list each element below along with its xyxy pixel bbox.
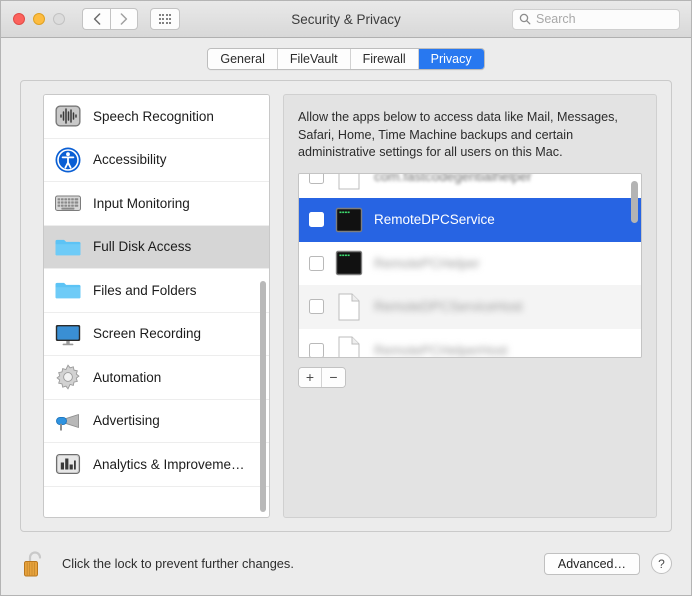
forward-button[interactable] xyxy=(110,8,138,30)
sidebar-item-label: Automation xyxy=(93,370,161,385)
gear-icon xyxy=(54,363,82,391)
bottom-bar: Click the lock to prevent further change… xyxy=(1,532,691,595)
sidebar-item-files-and-folders[interactable]: Files and Folders xyxy=(44,269,269,313)
tab-bar: General FileVault Firewall Privacy xyxy=(207,48,484,70)
sidebar-item-screen-recording[interactable]: Screen Recording xyxy=(44,313,269,357)
app-permission-checkbox[interactable] xyxy=(309,173,324,184)
bottom-bar-actions: Advanced… ? xyxy=(544,553,672,575)
app-permission-list: com.fastcodegentialhelper xyxy=(298,173,642,358)
sidebar-item-label: Speech Recognition xyxy=(93,109,214,124)
close-button[interactable] xyxy=(13,13,25,25)
remove-app-button[interactable]: − xyxy=(322,368,345,387)
search-field[interactable]: Search xyxy=(512,9,680,30)
waveform-icon xyxy=(54,102,82,130)
app-name: RemoteDPCServiceHost xyxy=(374,299,523,314)
terminal-icon xyxy=(334,205,364,235)
app-name: RemoteDPCService xyxy=(374,212,495,227)
table-row[interactable]: RemotePCHelper xyxy=(299,242,641,286)
sidebar-item-label: Accessibility xyxy=(93,152,167,167)
sidebar-scrollbar-thumb[interactable] xyxy=(260,281,266,512)
document-icon xyxy=(334,292,364,322)
app-list-scrollbar-thumb[interactable] xyxy=(631,181,638,223)
tab-general[interactable]: General xyxy=(208,49,277,69)
table-row[interactable]: RemotePCHelperHost xyxy=(299,329,641,358)
megaphone-icon xyxy=(54,407,82,435)
folder-icon xyxy=(54,276,82,304)
privacy-category-sidebar: Speech Recognition Accessibility xyxy=(43,94,270,518)
sidebar-scrollbar[interactable] xyxy=(259,98,267,514)
sidebar-item-speech-recognition[interactable]: Speech Recognition xyxy=(44,95,269,139)
sidebar-item-input-monitoring[interactable]: Input Monitoring xyxy=(44,182,269,226)
chevron-left-icon xyxy=(93,13,101,25)
sidebar-item-automation[interactable]: Automation xyxy=(44,356,269,400)
navigation-buttons xyxy=(82,8,138,30)
main-panel: Speech Recognition Accessibility xyxy=(20,80,672,532)
add-remove-button-group: + − xyxy=(298,367,346,388)
lock-status-text: Click the lock to prevent further change… xyxy=(62,556,294,571)
app-name: RemotePCHelperHost xyxy=(374,343,508,358)
document-icon xyxy=(334,335,364,357)
table-row[interactable]: com.fastcodegentialhelper xyxy=(299,173,641,199)
tab-privacy[interactable]: Privacy xyxy=(419,49,484,69)
sidebar-item-analytics-improvements[interactable]: Analytics & Improveme… xyxy=(44,443,269,487)
app-name: RemotePCHelper xyxy=(374,256,480,271)
advanced-button[interactable]: Advanced… xyxy=(544,553,640,575)
privacy-description: Allow the apps below to access data like… xyxy=(298,109,631,162)
privacy-category-list: Speech Recognition Accessibility xyxy=(44,95,269,487)
app-name: com.fastcodegentialhelper xyxy=(374,173,532,184)
unlocked-padlock-icon[interactable] xyxy=(20,547,50,581)
show-all-grid-icon xyxy=(159,14,172,23)
sidebar-item-advertising[interactable]: Advertising xyxy=(44,400,269,444)
table-row[interactable]: RemoteDPCService xyxy=(299,198,641,242)
sidebar-item-label: Full Disk Access xyxy=(93,239,191,254)
accessibility-icon xyxy=(54,146,82,174)
app-permission-rows: com.fastcodegentialhelper xyxy=(299,173,641,358)
add-app-button[interactable]: + xyxy=(299,368,322,387)
search-icon xyxy=(519,13,531,25)
sidebar-item-label: Analytics & Improveme… xyxy=(93,457,245,472)
app-permission-checkbox[interactable] xyxy=(309,299,324,314)
back-button[interactable] xyxy=(82,8,110,30)
display-icon xyxy=(54,320,82,348)
show-all-button[interactable] xyxy=(150,8,180,30)
traffic-light-buttons xyxy=(13,13,65,25)
folder-icon xyxy=(54,233,82,261)
app-list-scrollbar[interactable] xyxy=(630,176,639,355)
tab-firewall[interactable]: Firewall xyxy=(351,49,419,69)
sidebar-item-label: Screen Recording xyxy=(93,326,201,341)
app-permission-checkbox[interactable] xyxy=(309,256,324,271)
zoom-button[interactable] xyxy=(53,13,65,25)
search-input[interactable]: Search xyxy=(536,12,576,26)
tab-bar-area: General FileVault Firewall Privacy xyxy=(1,38,691,80)
app-permission-checkbox[interactable] xyxy=(309,343,324,358)
sidebar-item-full-disk-access[interactable]: Full Disk Access xyxy=(44,226,269,270)
sidebar-item-label: Advertising xyxy=(93,413,160,428)
privacy-content-panel: Allow the apps below to access data like… xyxy=(283,94,657,518)
chevron-right-icon xyxy=(120,13,128,25)
security-privacy-window: Security & Privacy Search General FileVa… xyxy=(0,0,692,596)
document-icon xyxy=(334,173,364,192)
tab-filevault[interactable]: FileVault xyxy=(278,49,351,69)
help-button[interactable]: ? xyxy=(651,553,672,574)
table-row[interactable]: RemoteDPCServiceHost xyxy=(299,285,641,329)
window-titlebar: Security & Privacy Search xyxy=(1,1,691,38)
sidebar-item-accessibility[interactable]: Accessibility xyxy=(44,139,269,183)
bar-chart-icon xyxy=(54,450,82,478)
app-permission-checkbox[interactable] xyxy=(309,212,324,227)
keyboard-icon xyxy=(54,189,82,217)
minimize-button[interactable] xyxy=(33,13,45,25)
sidebar-item-label: Input Monitoring xyxy=(93,196,190,211)
terminal-icon xyxy=(334,248,364,278)
sidebar-item-label: Files and Folders xyxy=(93,283,197,298)
